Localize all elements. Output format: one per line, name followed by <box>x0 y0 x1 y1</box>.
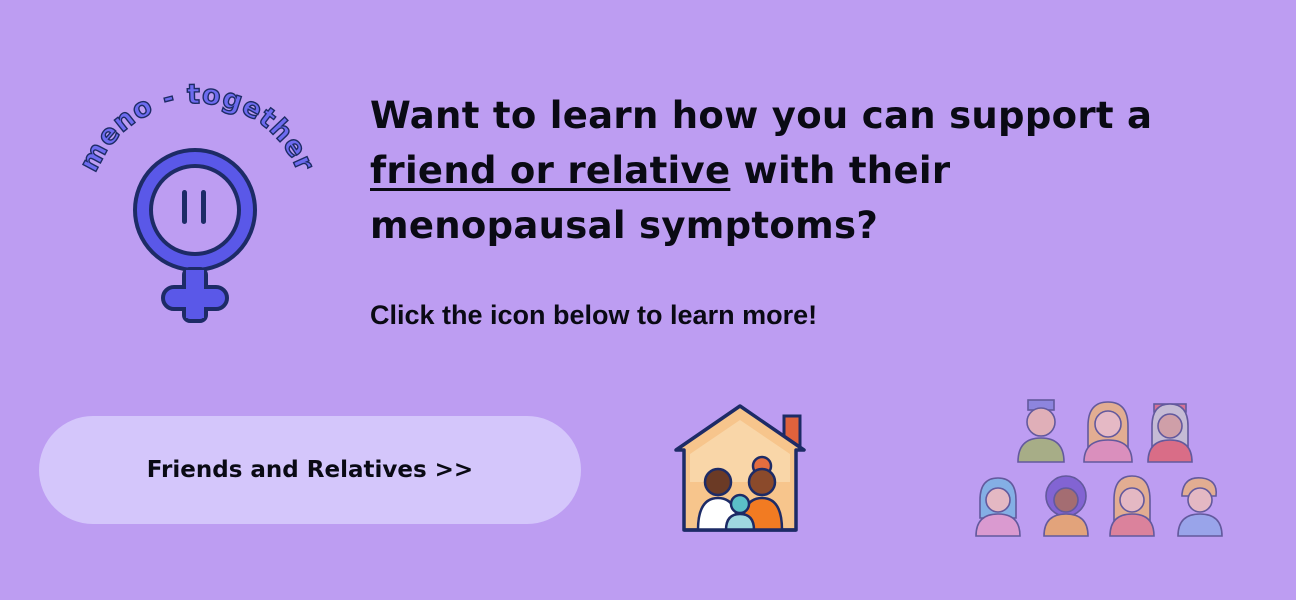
meno-together-logo: meno - together <box>70 78 320 328</box>
venus-face-icon: meno - together <box>73 78 320 323</box>
instruction-text: Click the icon below to learn more! <box>370 300 818 330</box>
friend-relative-link[interactable]: friend or relative <box>370 149 730 192</box>
headline: Want to learn how you can support a frie… <box>370 88 1190 253</box>
friends-relatives-button[interactable]: Friends and Relatives >> <box>39 416 581 524</box>
headline-part-1: Want to learn how you can support a <box>370 94 1153 137</box>
people-group-icon <box>972 396 1234 542</box>
family-house-icon[interactable] <box>670 402 810 536</box>
friends-relatives-button-label: Friends and Relatives >> <box>146 457 474 483</box>
